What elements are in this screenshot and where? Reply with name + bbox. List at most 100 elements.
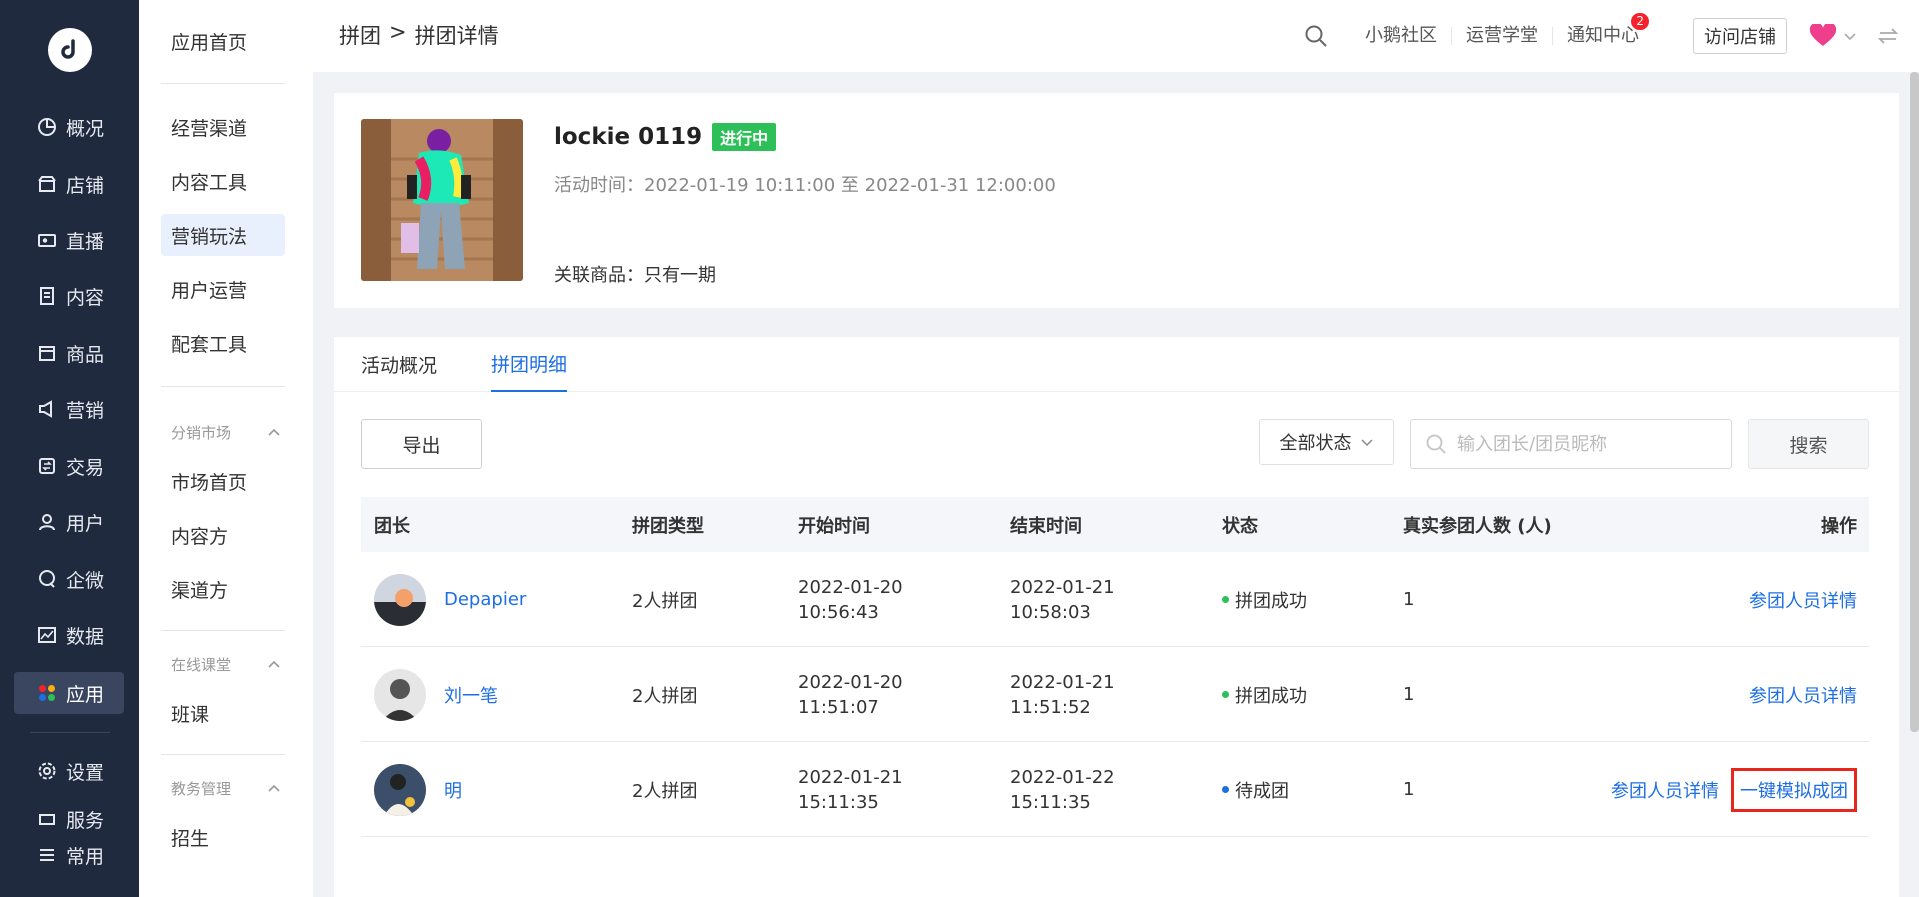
list-icon xyxy=(36,844,58,866)
leader-name[interactable]: Depapier xyxy=(444,589,526,610)
member-detail-link[interactable]: 参团人员详情 xyxy=(1749,682,1857,708)
simulate-group-success-button[interactable]: 一键模拟成团 xyxy=(1731,767,1857,812)
switch-icon[interactable] xyxy=(1877,25,1899,47)
start-date: 2022-01-21 xyxy=(798,766,903,788)
count-cell: 1 xyxy=(1403,589,1415,610)
status-cell: 拼团成功 xyxy=(1222,552,1307,647)
leader-name[interactable]: 明 xyxy=(444,777,462,803)
nav-service[interactable]: 服务 xyxy=(14,806,124,832)
activity-time: 活动时间：2022-01-19 10:11:00 至 2022-01-31 12… xyxy=(554,175,1056,196)
tab-bar: 活动概况 拼团明细 xyxy=(334,337,1899,392)
live-camera-icon xyxy=(36,229,58,251)
submenu-enroll[interactable]: 招生 xyxy=(161,816,285,858)
search-icon[interactable] xyxy=(1303,23,1329,49)
submenu-content-party[interactable]: 内容方 xyxy=(161,514,285,556)
status-dot xyxy=(1222,786,1229,793)
breadcrumb-parent[interactable]: 拼团 xyxy=(339,20,381,50)
product-name: lockie 0119 xyxy=(554,124,703,150)
chevron-up-icon xyxy=(268,784,280,792)
status-badge: 进行中 xyxy=(712,123,777,151)
community-link[interactable]: 小鹅社区 xyxy=(1351,27,1451,45)
search-button[interactable]: 搜索 xyxy=(1748,419,1869,469)
nav-store[interactable]: 店铺 xyxy=(14,163,124,205)
gear-icon xyxy=(36,760,58,782)
nav-common[interactable]: 常用 xyxy=(14,834,124,876)
nav-label: 服务 xyxy=(66,809,105,832)
status-select[interactable]: 全部状态 xyxy=(1259,419,1394,465)
nav-label: 内容 xyxy=(66,286,105,309)
product-title-row: lockie 0119 进行中 xyxy=(554,123,777,151)
nav-content[interactable]: 内容 xyxy=(14,275,124,317)
end-time: 10:58:03 xyxy=(1010,601,1091,623)
chevron-down-icon[interactable] xyxy=(1843,29,1857,43)
leader-cell: 刘一笔 xyxy=(374,647,498,742)
start-time: 11:51:07 xyxy=(798,696,879,718)
notification-center-link[interactable]: 通知中心 2 xyxy=(1552,13,1653,45)
submenu-group-distribution[interactable]: 分销市场 xyxy=(171,422,281,443)
submenu-market-home[interactable]: 市场首页 xyxy=(161,460,285,502)
export-button[interactable]: 导出 xyxy=(361,419,482,469)
nav-data[interactable]: 数据 xyxy=(14,614,124,656)
search-field[interactable] xyxy=(1410,419,1732,469)
submenu-channel-party[interactable]: 渠道方 xyxy=(161,568,285,610)
header-type: 拼团类型 xyxy=(632,515,704,537)
visit-store-button[interactable]: 访问店铺 xyxy=(1693,18,1787,54)
search-input[interactable] xyxy=(1457,433,1731,455)
chevron-up-icon xyxy=(268,428,280,436)
submenu-group-online-class[interactable]: 在线课堂 xyxy=(171,654,281,675)
start-time: 10:56:43 xyxy=(798,601,879,623)
tab-group-detail[interactable]: 拼团明细 xyxy=(491,337,568,392)
nav-apps[interactable]: 应用 xyxy=(14,672,124,714)
end-date: 2022-01-22 xyxy=(1010,766,1115,788)
product-thumbnail xyxy=(361,119,523,281)
start-date: 2022-01-20 xyxy=(798,576,903,598)
table-row: 刘一笔 2人拼团 2022-01-20 11:51:07 2022-01-21 … xyxy=(361,647,1869,742)
nav-goods[interactable]: 商品 xyxy=(14,332,124,374)
nav-label: 商品 xyxy=(66,343,105,366)
submenu-support-tools[interactable]: 配套工具 xyxy=(161,322,285,364)
submenu-group-academic[interactable]: 教务管理 xyxy=(171,778,281,799)
member-detail-link[interactable]: 参团人员详情 xyxy=(1611,777,1719,803)
header-status: 状态 xyxy=(1222,515,1258,537)
header-count: 真实参团人数 (人) xyxy=(1403,515,1552,537)
leader-name[interactable]: 刘一笔 xyxy=(444,682,498,708)
group-title: 分销市场 xyxy=(171,424,232,442)
nav-label: 企微 xyxy=(66,569,105,592)
submenu-divider xyxy=(161,754,285,755)
activity-summary-card: lockie 0119 进行中 活动时间：2022-01-19 10:11:00… xyxy=(334,93,1899,308)
transaction-icon xyxy=(36,455,58,477)
nav-live[interactable]: 直播 xyxy=(14,219,124,261)
top-header: 拼团 > 拼团详情 小鹅社区 运营学堂 通知中心 2 访问店铺 xyxy=(313,0,1919,72)
nav-overview[interactable]: 概况 xyxy=(14,106,124,148)
page-scrollbar[interactable] xyxy=(1910,72,1919,732)
start-date: 2022-01-20 xyxy=(798,671,903,693)
status-select-value: 全部状态 xyxy=(1279,433,1352,454)
avatar xyxy=(374,573,426,626)
tab-overview[interactable]: 活动概况 xyxy=(361,337,437,392)
end-cell: 2022-01-21 11:51:52 xyxy=(1010,647,1115,742)
submenu-app-home[interactable]: 应用首页 xyxy=(161,20,285,62)
store-icon xyxy=(36,173,58,195)
academy-link[interactable]: 运营学堂 xyxy=(1451,27,1552,45)
status-cell: 拼团成功 xyxy=(1222,647,1307,742)
breadcrumb: 拼团 > 拼团详情 xyxy=(339,20,499,50)
app-logo[interactable] xyxy=(48,28,92,72)
avatar-heart-icon[interactable] xyxy=(1809,24,1837,48)
nav-user[interactable]: 用户 xyxy=(14,501,124,543)
end-cell: 2022-01-22 15:11:35 xyxy=(1010,742,1115,837)
nav-wecom[interactable]: 企微 xyxy=(14,558,124,600)
chevron-up-icon xyxy=(268,660,280,668)
main-sidebar: 概况 店铺 直播 内容 商品 营销 交易 用户 企微 数据 应用 设置 服务 常… xyxy=(0,0,139,897)
nav-trade[interactable]: 交易 xyxy=(14,445,124,487)
submenu-user-ops[interactable]: 用户运营 xyxy=(161,268,285,310)
submenu-marketing[interactable]: 营销玩法 xyxy=(161,214,285,256)
group-title: 在线课堂 xyxy=(171,656,232,674)
nav-marketing[interactable]: 营销 xyxy=(14,388,124,430)
submenu-content-tools[interactable]: 内容工具 xyxy=(161,160,285,202)
end-date: 2022-01-21 xyxy=(1010,576,1115,598)
status-dot xyxy=(1222,691,1229,698)
member-detail-link[interactable]: 参团人员详情 xyxy=(1749,587,1857,613)
submenu-channels[interactable]: 经营渠道 xyxy=(161,106,285,148)
nav-settings[interactable]: 设置 xyxy=(14,750,124,792)
submenu-class[interactable]: 班课 xyxy=(161,692,285,734)
